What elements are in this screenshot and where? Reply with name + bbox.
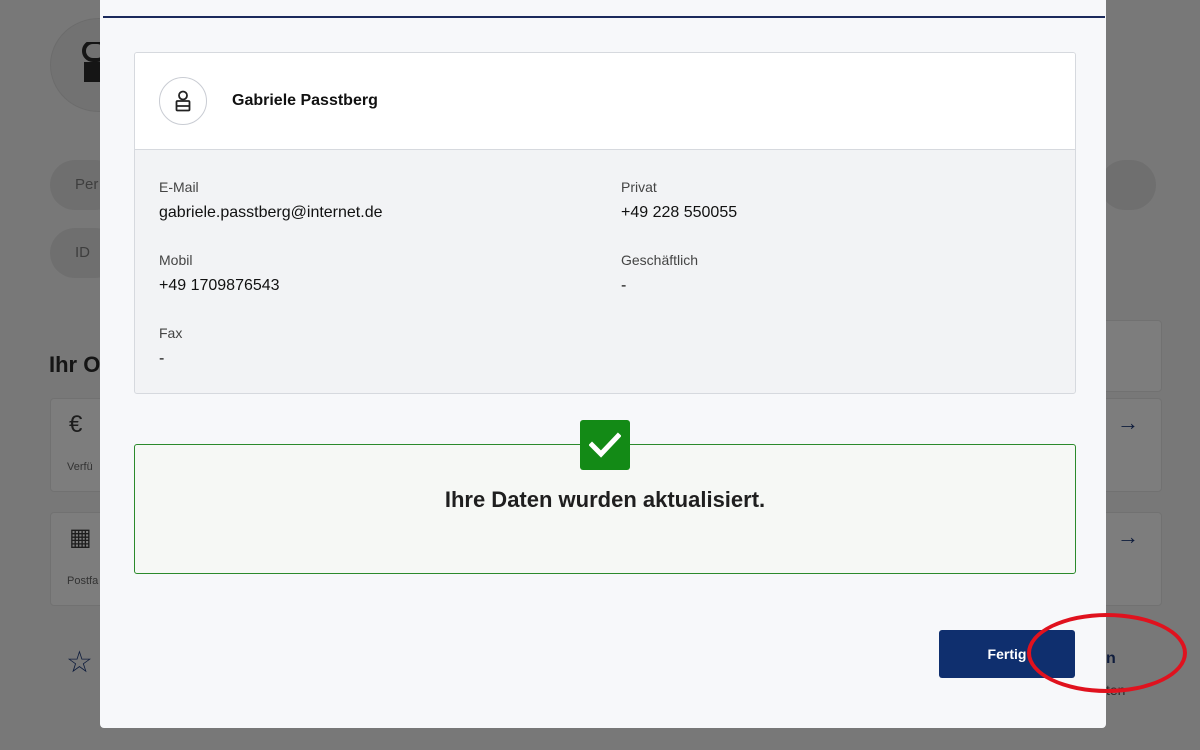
success-message: Ihre Daten wurden aktualisiert. (444, 487, 766, 512)
done-button[interactable]: Fertig (939, 630, 1075, 678)
contact-card-header: Gabriele Passtberg (135, 53, 1075, 150)
email-field: E-Mail gabriele.passtberg@internet.de (159, 179, 383, 222)
fax-field: Fax - (159, 325, 182, 368)
private-phone-value: +49 228 550055 (621, 204, 738, 221)
modal-top-divider (103, 16, 1105, 18)
contact-name: Gabriele Passtberg (232, 92, 378, 109)
fax-value: - (159, 350, 165, 367)
contact-update-modal: Gabriele Passtberg E-Mail gabriele.passt… (100, 0, 1187, 728)
private-phone-label: Privat (621, 179, 657, 195)
private-phone-field: Privat +49 228 550055 (621, 179, 737, 222)
fax-label: Fax (159, 325, 183, 341)
contact-card: Gabriele Passtberg E-Mail gabriele.passt… (134, 52, 1076, 394)
business-phone-field: Geschäftlich - (621, 252, 698, 295)
person-glyph-icon (175, 90, 191, 112)
checkmark-icon (580, 420, 630, 470)
business-phone-label: Geschäftlich (621, 252, 699, 268)
business-phone-value: - (621, 277, 627, 294)
email-label: E-Mail (159, 179, 199, 195)
mobile-field: Mobil +49 1709876543 (159, 252, 280, 295)
mobile-value: +49 1709876543 (159, 277, 280, 294)
email-value: gabriele.passtberg@internet.de (159, 204, 383, 221)
mobile-label: Mobil (159, 252, 193, 268)
person-icon (159, 77, 207, 125)
